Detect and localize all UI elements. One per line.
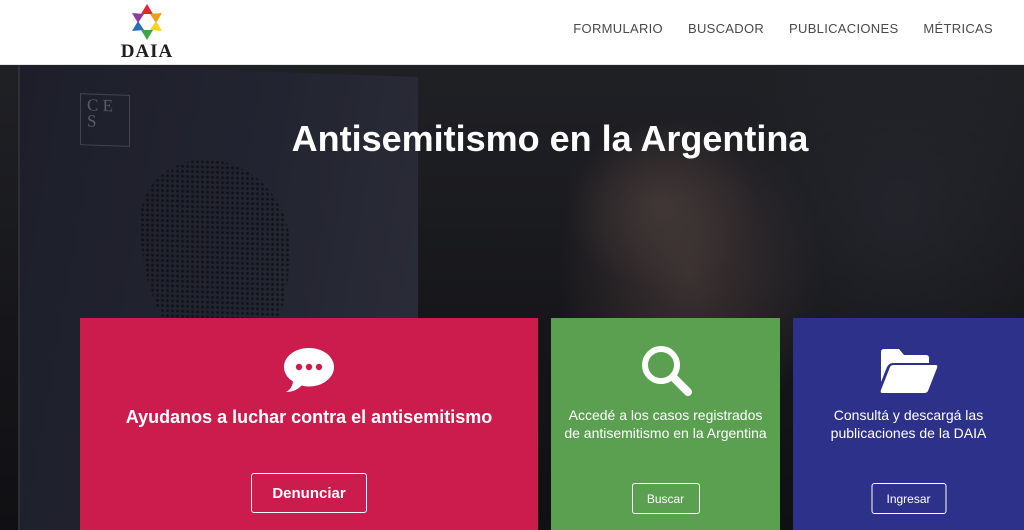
- nav-metricas[interactable]: MÉTRICAS: [923, 21, 993, 36]
- buscar-button[interactable]: Buscar: [631, 483, 700, 514]
- search-icon: [641, 346, 692, 396]
- denunciar-button[interactable]: Denunciar: [251, 473, 367, 513]
- nav-buscador[interactable]: BUSCADOR: [688, 21, 764, 36]
- ingresar-button[interactable]: Ingresar: [871, 483, 946, 514]
- search-card-text: Accedé a los casos registrados de antise…: [564, 407, 767, 441]
- main-nav: FORMULARIO BUSCADOR PUBLICACIONES MÉTRIC…: [548, 21, 993, 36]
- chat-bubble-icon: [284, 348, 334, 392]
- nav-formulario[interactable]: FORMULARIO: [573, 21, 663, 36]
- publications-card: Consultá y descargá las publicaciones de…: [793, 318, 1024, 530]
- report-card-text: Ayudanos a luchar contra el antisemitism…: [125, 407, 493, 427]
- publications-card-text: Consultá y descargá las publicaciones de…: [830, 407, 987, 441]
- logo-text: DAIA: [120, 41, 174, 62]
- search-card: Accedé a los casos registrados de antise…: [551, 318, 780, 530]
- daia-logo[interactable]: DAIA: [110, 0, 184, 62]
- star-logo-icon: [132, 4, 162, 40]
- report-card: Ayudanos a luchar contra el antisemitism…: [80, 318, 538, 530]
- site-header: DAIA FORMULARIO BUSCADOR PUBLICACIONES M…: [0, 0, 1024, 65]
- hero-title: Antisemitismo en la Argentina: [291, 118, 809, 159]
- nav-publicaciones[interactable]: PUBLICACIONES: [789, 21, 898, 36]
- folder-open-icon: [880, 349, 937, 393]
